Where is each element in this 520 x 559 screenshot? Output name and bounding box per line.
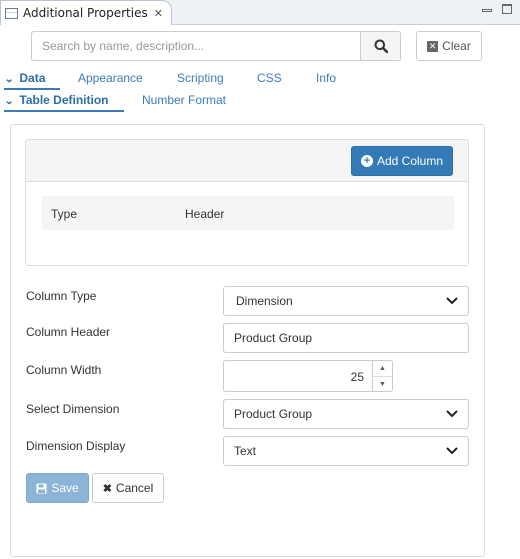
- add-column-label: Add Column: [376, 154, 444, 168]
- view-title: Additional Properties: [23, 6, 148, 20]
- column-width-value: 25: [350, 370, 364, 384]
- clear-label: Clear: [442, 39, 471, 53]
- tab-table-definition[interactable]: ⌄ Table Definition: [4, 93, 108, 107]
- maximize-icon[interactable]: [502, 4, 512, 14]
- search-button[interactable]: [360, 32, 400, 60]
- column-width-label: Column Width: [26, 363, 102, 377]
- caret-down-icon: [446, 447, 458, 455]
- view-tab-additional-properties[interactable]: Additional Properties ✕: [0, 0, 172, 25]
- search-icon: [374, 39, 388, 53]
- cancel-label: Cancel: [115, 481, 154, 495]
- column-header-label: Column Header: [26, 325, 111, 339]
- view-icon: [5, 7, 18, 19]
- spinner-down-icon[interactable]: ▼: [373, 376, 392, 391]
- caret-down-icon: [446, 297, 458, 305]
- minimize-icon[interactable]: [482, 9, 492, 12]
- window-controls: [482, 4, 512, 14]
- dimension-display-select[interactable]: Text: [223, 436, 469, 466]
- chevron-down-icon: ⌄: [4, 96, 15, 107]
- cancel-button[interactable]: ✖ Cancel: [92, 473, 164, 503]
- tab-table-definition-underline: [4, 110, 124, 112]
- columns-grid-header-row: Type Header: [42, 196, 454, 230]
- clear-icon: ✕: [427, 40, 439, 52]
- column-type-select[interactable]: Dimension: [223, 286, 469, 316]
- times-icon: ✖: [102, 482, 112, 495]
- column-header-header: Header: [185, 207, 225, 221]
- tab-info[interactable]: Info: [316, 71, 336, 85]
- search-input[interactable]: [32, 32, 360, 60]
- columns-grid: + Add Column Type Header: [25, 139, 469, 266]
- close-icon[interactable]: ✕: [154, 7, 163, 20]
- save-button[interactable]: Save: [26, 473, 89, 503]
- stepper-arrows: ▲ ▼: [372, 361, 392, 391]
- column-type-label: Column Type: [26, 289, 97, 303]
- tab-number-format[interactable]: Number Format: [142, 93, 226, 107]
- column-header-input[interactable]: Product Group: [223, 323, 469, 353]
- main-tabs: ⌄ Data Appearance Scripting CSS Info: [0, 71, 520, 91]
- tab-scripting[interactable]: Scripting: [177, 71, 224, 85]
- tab-data[interactable]: ⌄ Data: [4, 71, 45, 85]
- tab-appearance[interactable]: Appearance: [78, 71, 143, 85]
- column-header-type: Type: [51, 207, 78, 221]
- plus-circle-icon: +: [360, 155, 373, 167]
- select-dimension-label: Select Dimension: [26, 402, 120, 416]
- tab-css[interactable]: CSS: [257, 71, 282, 85]
- clear-button[interactable]: ✕ Clear: [416, 31, 482, 61]
- column-width-stepper[interactable]: 25 ▲ ▼: [223, 360, 393, 392]
- spinner-up-icon[interactable]: ▲: [373, 361, 392, 376]
- add-column-button[interactable]: + Add Column: [351, 146, 453, 176]
- tab-data-underline: [4, 88, 60, 90]
- view-tab-bar: Additional Properties ✕: [0, 0, 520, 25]
- chevron-down-icon: ⌄: [4, 74, 15, 85]
- save-label: Save: [51, 481, 79, 495]
- columns-grid-toolbar: + Add Column: [26, 140, 468, 182]
- caret-down-icon: [446, 410, 458, 418]
- select-dimension-select[interactable]: Product Group: [223, 399, 469, 429]
- dimension-display-label: Dimension Display: [26, 439, 126, 453]
- save-icon: [36, 483, 47, 493]
- search-box: [31, 31, 401, 61]
